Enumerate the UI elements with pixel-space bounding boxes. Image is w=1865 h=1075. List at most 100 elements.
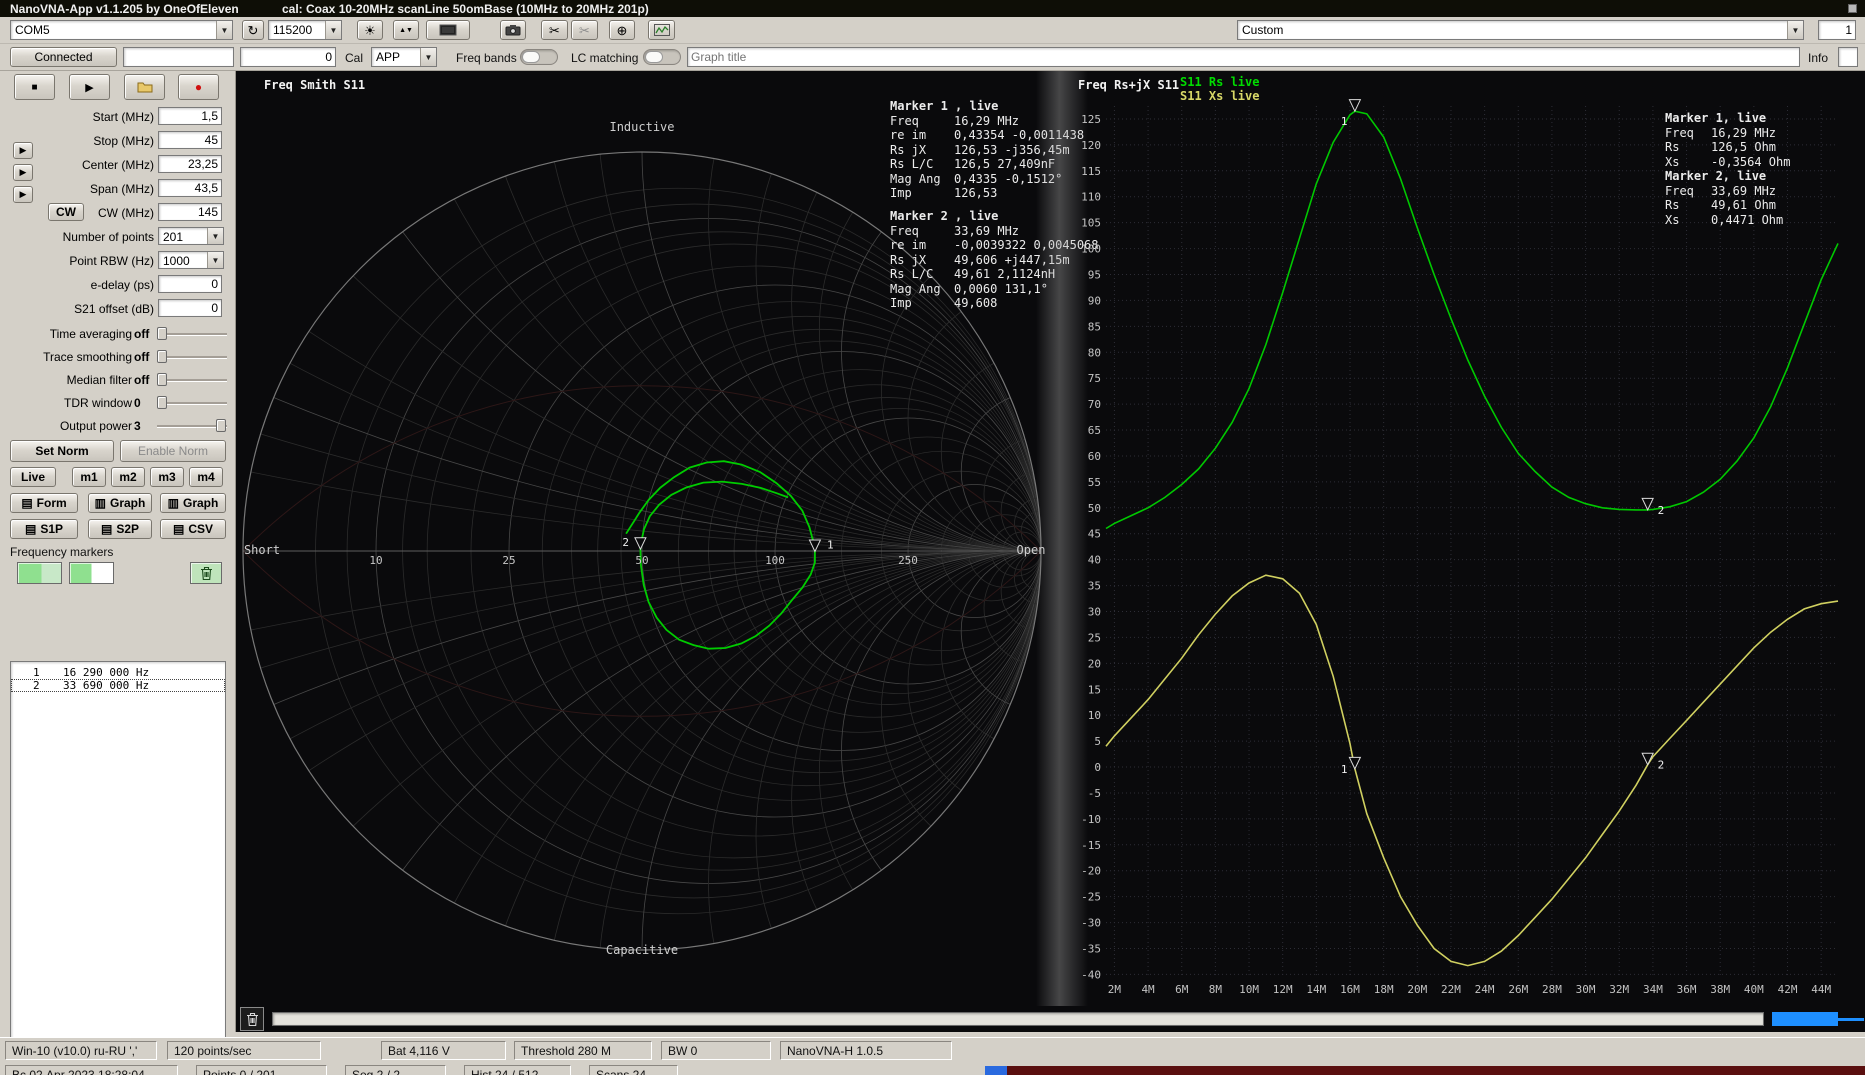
record-button[interactable]: ● (178, 74, 219, 100)
updown-button[interactable]: ▲ ▼ (393, 20, 419, 40)
marker-number: 2 (33, 679, 40, 692)
status-bar: Win-10 (v10.0) ru-RU ',' 120 points/sec … (0, 1037, 1865, 1062)
readout-title: Marker 2, live (1665, 169, 1767, 183)
delete-markers-button[interactable] (190, 562, 222, 584)
cw-button[interactable]: CW (48, 203, 84, 221)
marker-list-item[interactable]: 1 16 290 000 Hz (11, 666, 225, 679)
freq-bands-toggle[interactable] (520, 49, 558, 65)
tdr-window-slider[interactable] (157, 396, 227, 410)
rsjx-graph-panel: -40 -35 -30 -25 -20 -15 -10 -5 0 5 10 15 20 25 30 35 40 4… (1076, 71, 1865, 1006)
mem-m2-button[interactable]: m2 (111, 467, 145, 487)
split-button[interactable]: ✂ (541, 20, 568, 40)
smith-open-label: Open (1016, 543, 1046, 557)
chevron-down-icon[interactable]: ▼ (325, 21, 341, 39)
svg-text:1: 1 (827, 538, 834, 551)
start-freq-input[interactable] (158, 107, 222, 125)
svg-text:2: 2 (1658, 759, 1665, 772)
enable-norm-button[interactable]: Enable Norm (120, 440, 226, 462)
marker2-color-swatch[interactable] (69, 562, 114, 584)
display-button[interactable] (426, 20, 470, 40)
toolbar-row-2: Connected Cal APP ▼ Freq bands LC matchi… (0, 44, 1865, 71)
save-graph-button-1[interactable]: ▥ Graph (88, 493, 152, 513)
svg-text:2M: 2M (1108, 983, 1122, 996)
set-norm-button[interactable]: Set Norm (10, 440, 114, 462)
brightness-button[interactable]: ☀ (357, 20, 383, 40)
chevron-down-icon[interactable]: ▼ (207, 252, 223, 268)
toggle-knob (645, 51, 663, 63)
mem-m4-button[interactable]: m4 (189, 467, 223, 487)
trace-smoothing-slider[interactable] (157, 350, 227, 364)
graph-title-input[interactable] (687, 47, 1800, 67)
window-button[interactable] (1848, 4, 1857, 13)
slider-thumb[interactable] (157, 350, 167, 363)
lc-matching-toggle[interactable] (643, 49, 681, 65)
marker-list-item[interactable]: 2 33 690 000 Hz (11, 679, 225, 692)
span-freq-input[interactable] (158, 179, 222, 197)
slider-thumb[interactable] (157, 396, 167, 409)
bottom-scroll-row (236, 1006, 1865, 1032)
save-csv-button[interactable]: ▤ CSV (160, 519, 226, 539)
info-box[interactable] (1838, 47, 1858, 67)
stop-button[interactable]: ■ (14, 74, 55, 100)
globe-button[interactable]: ⊕ (609, 20, 635, 40)
output-power-slider[interactable] (157, 419, 227, 433)
chevron-down-icon[interactable]: ▼ (1787, 21, 1803, 39)
calibration-info: cal: Coax 10-20MHz scanLine 50omBase (10… (282, 2, 649, 16)
cal-offset-input[interactable] (240, 47, 336, 67)
svg-text:95: 95 (1088, 268, 1101, 281)
baud-rate-select[interactable]: 115200 ▼ (268, 20, 342, 40)
chevron-down-icon[interactable]: ▼ (420, 48, 436, 66)
points-select[interactable]: 201 ▼ (158, 227, 224, 245)
edelay-input[interactable] (158, 275, 222, 293)
save-s2p-button[interactable]: ▤ S2P (88, 519, 152, 539)
save-s1p-button[interactable]: ▤ S1P (10, 519, 78, 539)
open-folder-button[interactable] (124, 74, 165, 100)
save-form-button[interactable]: ▤ Form (10, 493, 78, 513)
cal-mode-select[interactable]: APP ▼ (371, 47, 437, 67)
marker1-color-swatch[interactable] (17, 562, 62, 584)
sun-icon: ☀ (364, 22, 376, 38)
screenshot-button[interactable] (500, 20, 526, 40)
smith-capacitive-label: Capacitive (605, 943, 679, 957)
slider-thumb[interactable] (157, 373, 167, 386)
svg-text:2: 2 (622, 536, 629, 549)
graph-icon: ▥ (94, 496, 106, 510)
tdr-window-label: TDR window (63, 396, 132, 410)
scan-count-input[interactable] (1818, 20, 1856, 40)
save-graph-button-2[interactable]: ▥ Graph (160, 493, 226, 513)
median-filter-slider[interactable] (157, 373, 227, 387)
waveform-button[interactable] (648, 20, 675, 40)
points-row: Number of points 201 ▼ (0, 227, 236, 247)
stop-freq-input[interactable] (158, 131, 222, 149)
connected-button[interactable]: Connected (10, 47, 117, 67)
freq-bands-label: Freq bands (456, 51, 517, 65)
s21-offset-input[interactable] (158, 299, 222, 317)
cw-freq-input[interactable] (158, 203, 222, 221)
smith-axis-100: 100 (765, 554, 785, 567)
detach-button[interactable]: ✂ (571, 20, 598, 40)
com-port-select[interactable]: COM5 ▼ (10, 20, 233, 40)
mem-live-button[interactable]: Live (10, 467, 56, 487)
center-freq-input[interactable] (158, 155, 222, 173)
svg-text:1: 1 (1341, 115, 1348, 128)
preset-select[interactable]: Custom ▼ (1237, 20, 1804, 40)
play-button[interactable]: ▶ (69, 74, 110, 100)
slider-thumb[interactable] (157, 327, 167, 340)
scan-scrollbar[interactable] (272, 1012, 1764, 1026)
frequency-markers-label: Frequency markers (10, 545, 114, 559)
mem-m3-button[interactable]: m3 (150, 467, 184, 487)
smith-axis-25: 25 (502, 554, 516, 567)
svg-text:44M: 44M (1811, 983, 1831, 996)
clear-trace-button[interactable] (240, 1007, 264, 1031)
chevron-down-icon[interactable]: ▼ (207, 228, 223, 244)
command-input[interactable] (123, 47, 234, 67)
mem-m1-button[interactable]: m1 (72, 467, 106, 487)
slider-thumb[interactable] (216, 419, 226, 432)
time-averaging-slider[interactable] (157, 327, 227, 341)
marker-frequency: 33 690 000 Hz (63, 679, 150, 692)
frequency-marker-list[interactable]: 1 16 290 000 Hz 2 33 690 000 Hz (10, 661, 226, 1075)
svg-text:20: 20 (1088, 657, 1101, 670)
rbw-select[interactable]: 1000 ▼ (158, 251, 224, 269)
refresh-ports-button[interactable]: ↻ (242, 20, 264, 40)
chevron-down-icon[interactable]: ▼ (216, 21, 232, 39)
